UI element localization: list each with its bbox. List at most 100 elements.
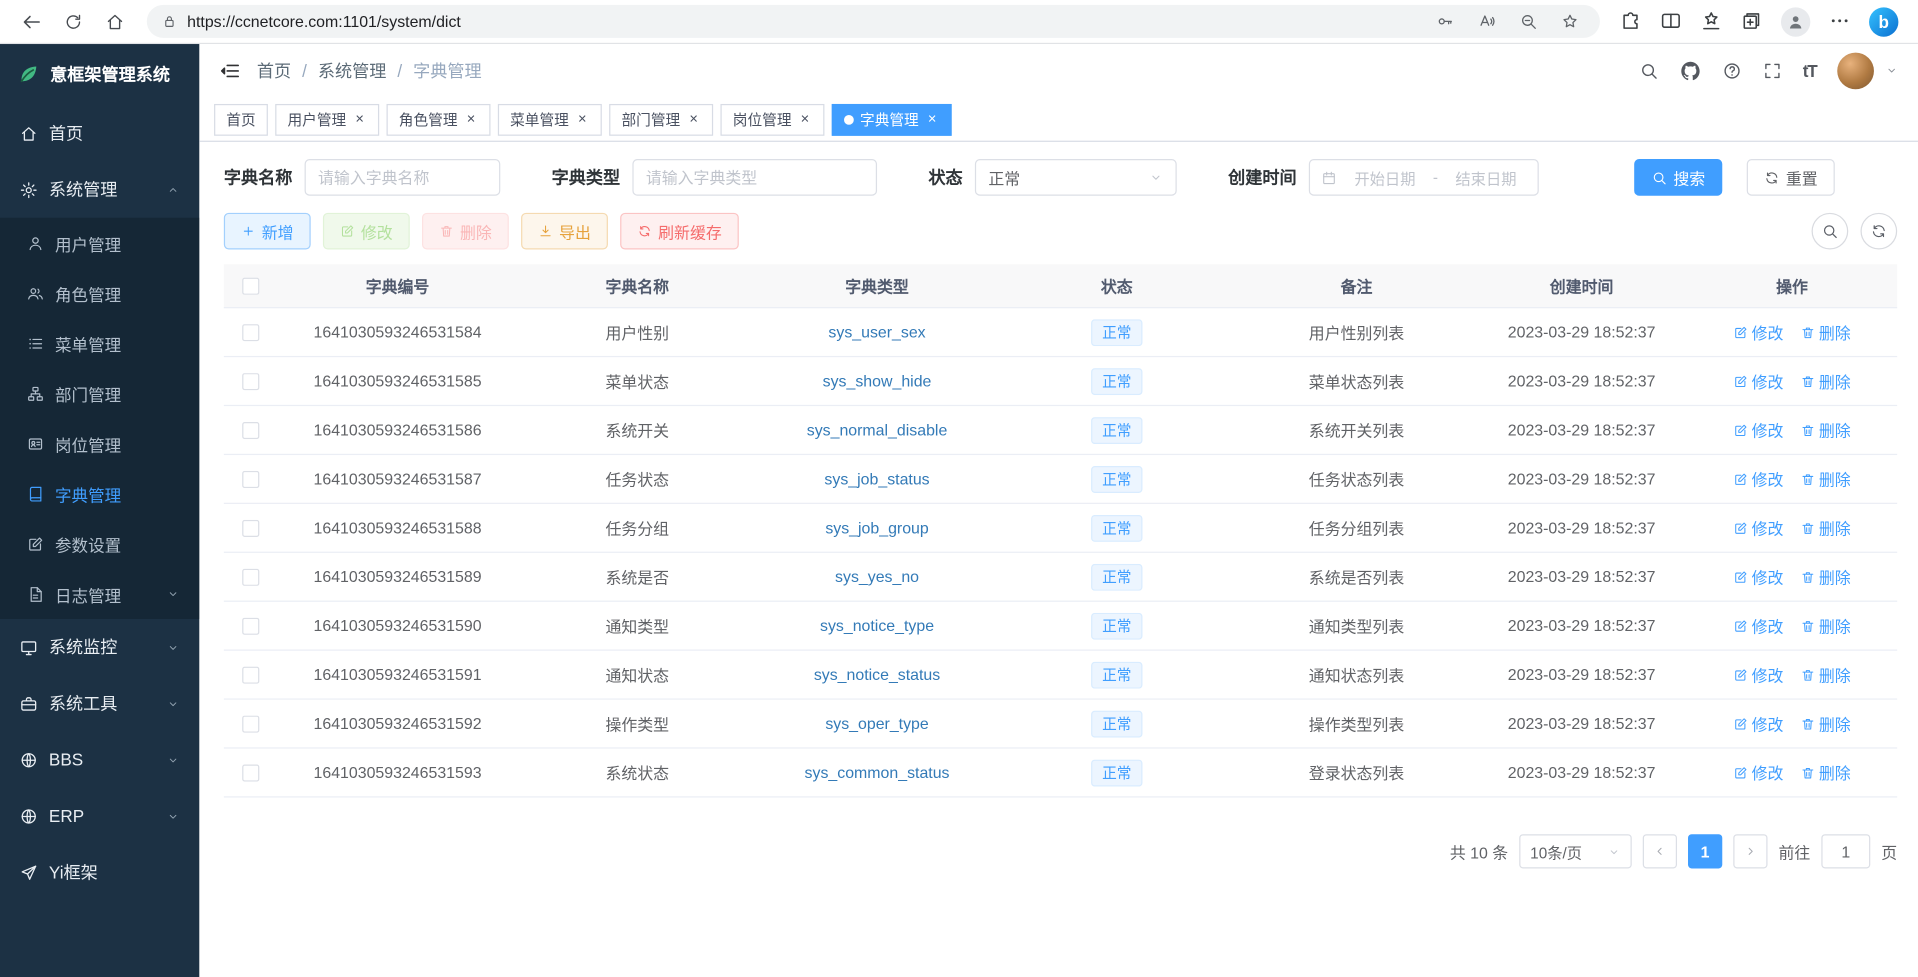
dict-name-input[interactable] <box>305 159 501 196</box>
edit-row-button[interactable]: 修改 <box>1733 761 1783 784</box>
close-tab-icon[interactable] <box>925 112 940 127</box>
dict-type-link[interactable]: sys_user_sex <box>828 323 925 341</box>
edit-row-button[interactable]: 修改 <box>1733 369 1783 392</box>
github-button[interactable] <box>1679 60 1701 82</box>
caret-down-icon[interactable] <box>1885 60 1898 82</box>
dict-type-link[interactable]: sys_notice_status <box>814 665 940 683</box>
dict-type-link[interactable]: sys_job_group <box>825 519 928 537</box>
sidebar-item-dict-mgmt[interactable]: 字典管理 <box>0 468 199 518</box>
row-checkbox[interactable] <box>242 617 259 634</box>
row-checkbox[interactable] <box>242 324 259 341</box>
row-checkbox[interactable] <box>242 519 259 536</box>
sidebar-item-tools[interactable]: 系统工具 <box>0 675 199 731</box>
refresh-cache-button[interactable]: 刷新缓存 <box>620 213 739 250</box>
delete-row-button[interactable]: 删除 <box>1801 320 1851 343</box>
font-size-button[interactable]: tT <box>1803 61 1817 81</box>
dict-type-link[interactable]: sys_show_hide <box>823 372 932 390</box>
tab-menu-mgmt[interactable]: 菜单管理 <box>498 103 602 135</box>
breadcrumb-home[interactable]: 首页 <box>257 59 291 83</box>
delete-row-button[interactable]: 删除 <box>1801 369 1851 392</box>
dict-type-link[interactable]: sys_notice_type <box>820 616 934 634</box>
sidebar-item-dept-mgmt[interactable]: 部门管理 <box>0 368 199 418</box>
browser-back-button[interactable] <box>12 4 51 38</box>
refresh-table-button[interactable] <box>1860 213 1897 250</box>
delete-row-button[interactable]: 删除 <box>1801 418 1851 441</box>
row-checkbox[interactable] <box>242 666 259 683</box>
edit-row-button[interactable]: 修改 <box>1733 614 1783 637</box>
edit-row-button[interactable]: 修改 <box>1733 565 1783 588</box>
breadcrumb-system[interactable]: 系统管理 <box>318 59 386 83</box>
edit-row-button[interactable]: 修改 <box>1733 712 1783 735</box>
sidebar-item-monitor[interactable]: 系统监控 <box>0 619 199 675</box>
goto-page-input[interactable] <box>1821 834 1870 868</box>
sidebar-item-log-mgmt[interactable]: 日志管理 <box>0 569 199 619</box>
edit-row-button[interactable]: 修改 <box>1733 418 1783 441</box>
tab-post-mgmt[interactable]: 岗位管理 <box>721 103 825 135</box>
sidebar-item-bbs[interactable]: BBS <box>0 731 199 787</box>
row-checkbox[interactable] <box>242 372 259 389</box>
close-tab-icon[interactable] <box>686 112 701 127</box>
browser-home-button[interactable] <box>95 4 134 38</box>
fullscreen-button[interactable] <box>1762 61 1782 81</box>
browser-reload-button[interactable] <box>54 4 93 38</box>
status-select[interactable]: 正常 <box>975 159 1177 196</box>
row-checkbox[interactable] <box>242 715 259 732</box>
zoom-button[interactable] <box>1512 7 1544 36</box>
sidebar-item-user-mgmt[interactable]: 用户管理 <box>0 218 199 268</box>
user-avatar[interactable] <box>1837 53 1874 90</box>
sidebar-item-system[interactable]: 系统管理 <box>0 161 199 217</box>
sidebar-item-home[interactable]: 首页 <box>0 105 199 161</box>
page-number-button[interactable]: 1 <box>1688 834 1722 868</box>
edit-row-button[interactable]: 修改 <box>1733 663 1783 686</box>
edit-button[interactable]: 修改 <box>323 213 410 250</box>
tab-dept-mgmt[interactable]: 部门管理 <box>609 103 713 135</box>
close-tab-icon[interactable] <box>575 112 590 127</box>
row-checkbox[interactable] <box>242 764 259 781</box>
delete-row-button[interactable]: 删除 <box>1801 614 1851 637</box>
read-aloud-button[interactable] <box>1470 7 1502 36</box>
edit-row-button[interactable]: 修改 <box>1733 320 1783 343</box>
add-favorite-button[interactable] <box>1553 7 1585 36</box>
address-bar[interactable]: https://ccnetcore.com:1101/system/dict <box>147 5 1600 38</box>
dict-type-link[interactable]: sys_oper_type <box>825 714 928 732</box>
tab-user-mgmt[interactable]: 用户管理 <box>275 103 379 135</box>
tab-role-mgmt[interactable]: 角色管理 <box>387 103 491 135</box>
edit-row-button[interactable]: 修改 <box>1733 467 1783 490</box>
edit-row-button[interactable]: 修改 <box>1733 516 1783 539</box>
add-button[interactable]: 新增 <box>224 213 311 250</box>
browser-profile-button[interactable] <box>1781 7 1810 36</box>
sidebar-item-erp[interactable]: ERP <box>0 788 199 844</box>
delete-row-button[interactable]: 删除 <box>1801 467 1851 490</box>
tab-home[interactable]: 首页 <box>214 103 268 135</box>
close-tab-icon[interactable] <box>798 112 813 127</box>
delete-row-button[interactable]: 删除 <box>1801 663 1851 686</box>
search-button[interactable]: 搜索 <box>1634 159 1722 196</box>
url-text[interactable]: https://ccnetcore.com:1101/system/dict <box>187 12 1419 30</box>
sidebar-item-role-mgmt[interactable]: 角色管理 <box>0 268 199 318</box>
toggle-search-button[interactable] <box>1812 213 1849 250</box>
delete-row-button[interactable]: 删除 <box>1801 565 1851 588</box>
date-range-picker[interactable]: 开始日期 - 结束日期 <box>1309 159 1539 196</box>
select-all-checkbox[interactable] <box>242 277 259 294</box>
dict-type-link[interactable]: sys_job_status <box>824 470 929 488</box>
sidebar-item-menu-mgmt[interactable]: 菜单管理 <box>0 318 199 368</box>
row-checkbox[interactable] <box>242 568 259 585</box>
sidebar-toggle-button[interactable] <box>219 60 241 82</box>
collections-button[interactable] <box>1741 10 1763 32</box>
sidebar-item-post-mgmt[interactable]: 岗位管理 <box>0 418 199 468</box>
split-screen-button[interactable] <box>1660 10 1682 32</box>
row-checkbox[interactable] <box>242 470 259 487</box>
sidebar-item-param-settings[interactable]: 参数设置 <box>0 519 199 569</box>
delete-button[interactable]: 删除 <box>422 213 509 250</box>
sidebar-item-yi-framework[interactable]: Yi框架 <box>0 844 199 900</box>
close-tab-icon[interactable] <box>352 112 367 127</box>
tab-dict-mgmt[interactable]: 字典管理 <box>832 103 952 135</box>
dict-type-link[interactable]: sys_yes_no <box>835 568 919 586</box>
password-key-button[interactable] <box>1429 7 1461 36</box>
favorites-button[interactable] <box>1700 10 1722 32</box>
date-start-placeholder[interactable]: 开始日期 <box>1344 166 1425 189</box>
reset-button[interactable]: 重置 <box>1747 159 1835 196</box>
dict-type-link[interactable]: sys_common_status <box>805 763 950 781</box>
help-button[interactable] <box>1722 61 1742 81</box>
close-tab-icon[interactable] <box>464 112 479 127</box>
